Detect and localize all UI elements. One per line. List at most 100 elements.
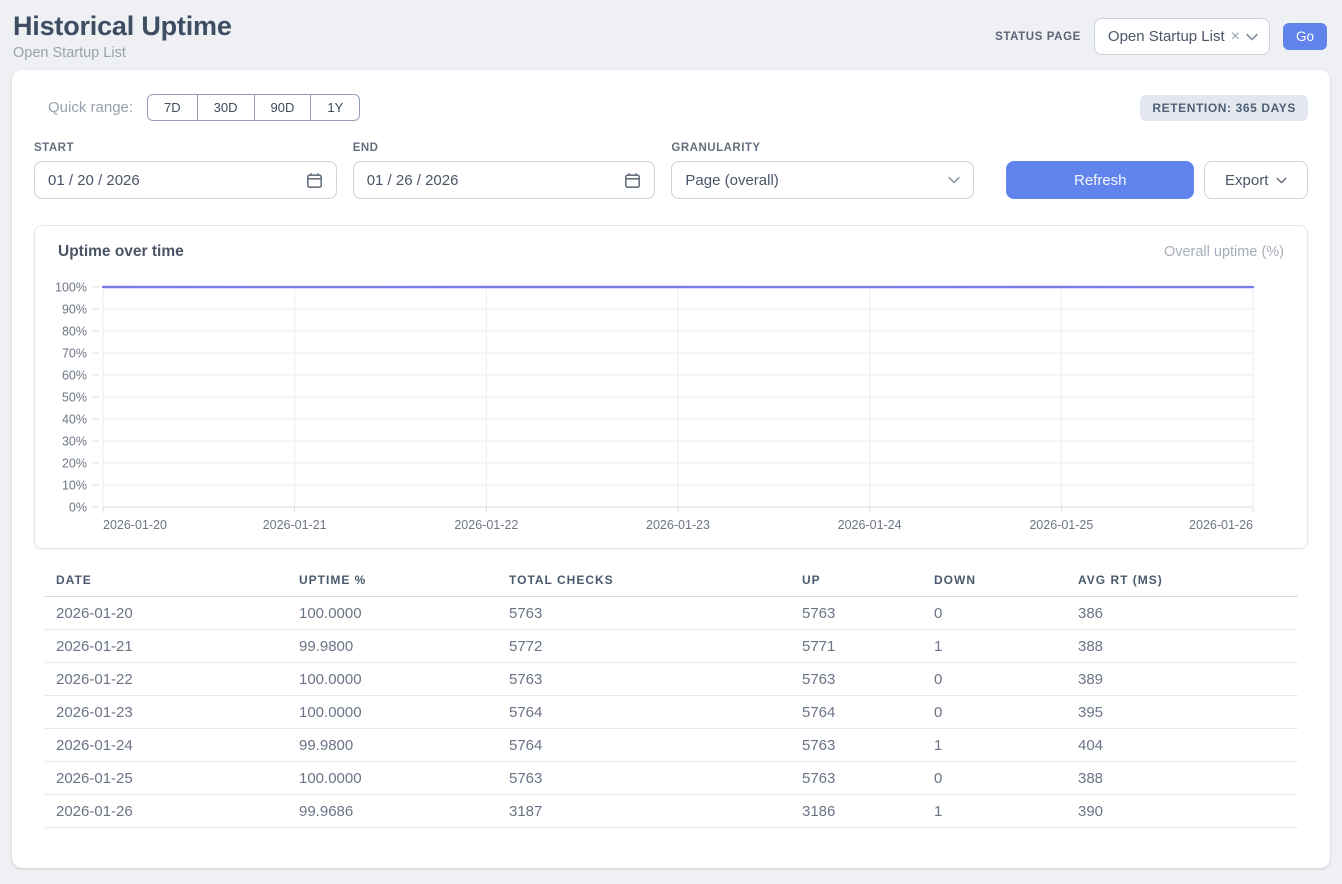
table-row: 2026-01-2199.9800577257711388 [44, 630, 1298, 663]
table-cell: 404 [1066, 729, 1298, 762]
quick-range-group: Quick range: 7D30D90D1Y [48, 94, 360, 121]
table-row: 2026-01-25100.0000576357630388 [44, 762, 1298, 795]
table-cell: 5771 [790, 630, 922, 663]
uptime-table: DATEUPTIME %TOTAL CHECKSUPDOWNAVG RT (MS… [44, 565, 1298, 828]
calendar-icon[interactable] [624, 172, 641, 189]
quick-range-90d[interactable]: 90D [254, 94, 312, 121]
chart-header: Uptime over time Overall uptime (%) [35, 243, 1307, 261]
table-row: 2026-01-22100.0000576357630389 [44, 663, 1298, 696]
table-cell: 386 [1066, 597, 1298, 630]
retention-badge: RETENTION: 365 DAYS [1140, 95, 1308, 121]
table-cell: 100.0000 [287, 597, 497, 630]
column-header: UPTIME % [287, 565, 497, 597]
y-axis-label: 50% [62, 391, 87, 405]
start-date-input[interactable]: 01 / 20 / 2026 [34, 161, 337, 199]
top-bar: Historical Uptime Open Startup List STAT… [0, 0, 1342, 70]
filters-row-bottom: START 01 / 20 / 2026 END 01 / 26 / 2026 … [34, 142, 1308, 199]
export-button[interactable]: Export [1204, 161, 1308, 199]
table-cell: 1 [922, 795, 1066, 828]
table-cell: 2026-01-21 [44, 630, 287, 663]
y-axis-label: 30% [62, 435, 87, 449]
quick-range-1y[interactable]: 1Y [310, 94, 360, 121]
table-cell: 100.0000 [287, 762, 497, 795]
chevron-down-icon [948, 176, 960, 184]
table-cell: 388 [1066, 630, 1298, 663]
table-cell: 5763 [790, 597, 922, 630]
y-axis-label: 10% [62, 479, 87, 493]
column-header: UP [790, 565, 922, 597]
x-axis-label: 2026-01-26 [1189, 518, 1253, 532]
y-axis-label: 100% [55, 281, 87, 295]
table-cell: 0 [922, 696, 1066, 729]
table-header-row: DATEUPTIME %TOTAL CHECKSUPDOWNAVG RT (MS… [44, 565, 1298, 597]
clear-selection-icon[interactable]: × [1231, 29, 1240, 45]
end-date-field: END 01 / 26 / 2026 [353, 142, 656, 199]
chart-legend: Overall uptime (%) [1164, 244, 1284, 260]
x-axis-label: 2026-01-24 [838, 518, 902, 532]
table-cell: 99.9800 [287, 630, 497, 663]
table-cell: 5772 [497, 630, 790, 663]
refresh-button[interactable]: Refresh [1006, 161, 1194, 199]
table-row: 2026-01-2699.9686318731861390 [44, 795, 1298, 828]
table-cell: 2026-01-23 [44, 696, 287, 729]
table-cell: 3187 [497, 795, 790, 828]
table-cell: 1 [922, 729, 1066, 762]
main-panel: Quick range: 7D30D90D1Y RETENTION: 365 D… [12, 70, 1330, 868]
page-heading: Historical Uptime Open Startup List [13, 11, 232, 61]
uptime-table-body: 2026-01-20100.00005763576303862026-01-21… [44, 597, 1298, 828]
granularity-label: GRANULARITY [671, 142, 974, 154]
status-page-select-value: Open Startup List [1108, 28, 1225, 45]
end-date-input[interactable]: 01 / 26 / 2026 [353, 161, 656, 199]
table-cell: 100.0000 [287, 663, 497, 696]
table-cell: 0 [922, 597, 1066, 630]
quick-range-label: Quick range: [48, 99, 133, 116]
table-cell: 390 [1066, 795, 1298, 828]
y-axis-label: 60% [62, 369, 87, 383]
column-header: DOWN [922, 565, 1066, 597]
granularity-field: GRANULARITY Page (overall) [671, 142, 974, 199]
quick-range-7d[interactable]: 7D [147, 94, 198, 121]
page-title: Historical Uptime [13, 11, 232, 42]
column-header: AVG RT (MS) [1066, 565, 1298, 597]
uptime-chart-card: Uptime over time Overall uptime (%) 0%10… [34, 225, 1308, 549]
y-axis-label: 90% [62, 303, 87, 317]
start-date-value: 01 / 20 / 2026 [48, 172, 140, 189]
granularity-value: Page (overall) [685, 172, 778, 189]
uptime-chart: 0%10%20%30%40%50%60%70%80%90%100%2026-01… [35, 273, 1309, 537]
table-cell: 5763 [790, 762, 922, 795]
calendar-icon[interactable] [306, 172, 323, 189]
table-cell: 5764 [497, 729, 790, 762]
table-row: 2026-01-23100.0000576457640395 [44, 696, 1298, 729]
x-axis-label: 2026-01-25 [1029, 518, 1093, 532]
chart-title: Uptime over time [58, 243, 184, 261]
table-cell: 388 [1066, 762, 1298, 795]
table-cell: 0 [922, 663, 1066, 696]
y-axis-label: 80% [62, 325, 87, 339]
quick-range-30d[interactable]: 30D [197, 94, 255, 121]
granularity-select[interactable]: Page (overall) [671, 161, 974, 199]
table-cell: 5764 [497, 696, 790, 729]
table-cell: 5763 [497, 597, 790, 630]
export-button-label: Export [1225, 172, 1268, 189]
table-cell: 99.9686 [287, 795, 497, 828]
table-cell: 5763 [790, 663, 922, 696]
x-axis-label: 2026-01-22 [454, 518, 518, 532]
table-cell: 2026-01-25 [44, 762, 287, 795]
end-date-value: 01 / 26 / 2026 [367, 172, 459, 189]
quick-range-buttons: 7D30D90D1Y [147, 94, 360, 121]
table-cell: 3186 [790, 795, 922, 828]
chevron-down-icon [1276, 177, 1287, 184]
status-page-select[interactable]: Open Startup List × [1094, 18, 1270, 55]
table-cell: 0 [922, 762, 1066, 795]
table-cell: 389 [1066, 663, 1298, 696]
uptime-table-section: DATEUPTIME %TOTAL CHECKSUPDOWNAVG RT (MS… [34, 565, 1308, 828]
chevron-down-icon [1246, 33, 1258, 41]
table-cell: 5763 [790, 729, 922, 762]
status-page-label: STATUS PAGE [995, 31, 1081, 43]
go-button[interactable]: Go [1283, 23, 1327, 50]
table-cell: 2026-01-20 [44, 597, 287, 630]
column-header: TOTAL CHECKS [497, 565, 790, 597]
table-cell: 5763 [497, 663, 790, 696]
table-cell: 395 [1066, 696, 1298, 729]
x-axis-label: 2026-01-23 [646, 518, 710, 532]
